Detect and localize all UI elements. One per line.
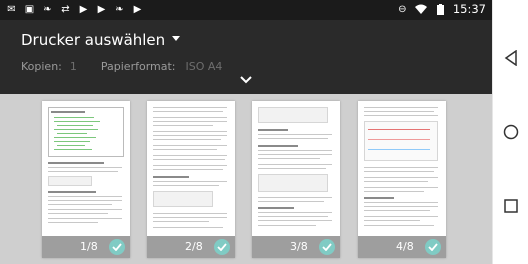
navigation-bar xyxy=(492,0,528,264)
back-icon[interactable] xyxy=(501,48,521,68)
printer-select-label: Drucker auswählen xyxy=(21,31,166,49)
paper-format-value: ISO A4 xyxy=(185,60,223,73)
page-number: 1/8 xyxy=(80,240,98,253)
recents-icon[interactable] xyxy=(501,196,521,216)
checkmark-icon[interactable] xyxy=(319,239,335,255)
image-icon: ▣ xyxy=(24,3,35,15)
youtube-icon: ▶ xyxy=(97,3,106,15)
copies-value: 1 xyxy=(69,60,77,73)
checkmark-icon[interactable] xyxy=(109,239,125,255)
do-not-disturb-icon: ⊖ xyxy=(398,3,407,15)
page-preview-list: 1/8 2/8 3/8 4/8 xyxy=(0,94,492,264)
page-number: 2/8 xyxy=(185,240,203,253)
sync-icon: ⇄ xyxy=(61,3,70,15)
expand-chevron-icon[interactable] xyxy=(240,76,252,84)
copies-label: Kopien: xyxy=(21,60,62,73)
page-thumbnail-4[interactable]: 4/8 xyxy=(358,101,446,258)
page-thumbnail-2[interactable]: 2/8 xyxy=(147,101,235,258)
print-header: Drucker auswählen Kopien: 1 Papierformat… xyxy=(0,20,492,94)
wifi-icon xyxy=(415,3,428,15)
page-number: 3/8 xyxy=(290,240,308,253)
print-options-summary[interactable]: Kopien: 1 Papierformat: ISO A4 xyxy=(21,60,222,73)
evernote-icon: ❧ xyxy=(115,3,124,15)
evernote-icon: ❧ xyxy=(43,3,52,15)
paper-format-label: Papierformat: xyxy=(100,60,176,73)
page-thumbnail-3[interactable]: 3/8 xyxy=(252,101,340,258)
printer-select[interactable]: Drucker auswählen xyxy=(21,31,165,49)
clock: 15:37 xyxy=(452,2,486,16)
caret-down-icon[interactable] xyxy=(172,36,180,41)
page-footer: 1/8 xyxy=(42,236,130,258)
home-icon[interactable] xyxy=(501,122,521,142)
page-footer: 2/8 xyxy=(147,236,235,258)
page-number: 4/8 xyxy=(396,240,414,253)
youtube-icon: ▶ xyxy=(79,3,88,15)
page-footer: 3/8 xyxy=(252,236,340,258)
page-thumbnail-1[interactable]: 1/8 xyxy=(42,101,130,258)
gmail-icon: ✉ xyxy=(7,3,16,15)
page-footer: 4/8 xyxy=(358,236,446,258)
youtube-icon: ▶ xyxy=(133,3,142,15)
battery-icon xyxy=(434,3,447,15)
checkmark-icon[interactable] xyxy=(214,239,230,255)
status-bar: ✉ ▣ ❧ ⇄ ▶ ▶ ❧ ▶ ⊖ 15:37 xyxy=(0,0,492,20)
checkmark-icon[interactable] xyxy=(425,239,441,255)
